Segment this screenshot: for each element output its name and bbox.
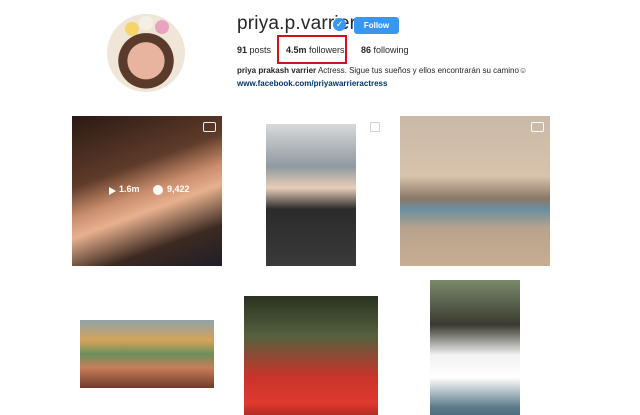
profile-bio: priya prakash varrier Actress. Sigue tus… xyxy=(237,66,527,75)
play-icon xyxy=(109,187,116,195)
followers-highlight-box xyxy=(277,35,347,64)
post-tile-1[interactable]: 1.6m 9,422 xyxy=(72,116,222,266)
verified-badge-icon: ✓ xyxy=(333,18,346,31)
post-photo xyxy=(80,320,214,388)
video-icon xyxy=(203,122,216,132)
video-icon xyxy=(531,122,544,132)
bio-website-link[interactable]: www.facebook.com/priyawarrieractress xyxy=(237,79,387,88)
post-tile-5[interactable] xyxy=(236,280,386,415)
video-views-count: 1.6m xyxy=(119,184,140,194)
following-count-label: following xyxy=(373,45,409,55)
flower-crown-icon xyxy=(125,22,139,36)
bio-full-name: priya prakash varrier xyxy=(237,66,317,75)
post-photo xyxy=(266,124,356,266)
post-tile-3[interactable] xyxy=(400,116,550,266)
profile-avatar[interactable] xyxy=(107,14,185,92)
flower-crown-icon xyxy=(139,16,153,30)
posts-count: 91 posts xyxy=(237,45,271,55)
posts-count-label: posts xyxy=(249,45,272,55)
follow-button[interactable]: Follow xyxy=(354,17,399,34)
post-tile-4[interactable] xyxy=(72,280,222,415)
post-photo xyxy=(244,296,378,415)
following-count[interactable]: 86 following xyxy=(361,45,409,55)
comment-icon xyxy=(153,185,163,195)
post-photo xyxy=(430,280,520,415)
post-tile-6[interactable] xyxy=(400,280,550,415)
multiple-photos-icon xyxy=(370,122,380,132)
flower-crown-icon xyxy=(155,20,169,34)
following-count-value: 86 xyxy=(361,45,372,55)
comments-count: 9,422 xyxy=(167,184,190,194)
post-tile-2[interactable] xyxy=(236,116,386,266)
posts-count-value: 91 xyxy=(237,45,248,55)
bio-text: Actress. Sigue tus sueños y ellos encont… xyxy=(317,66,528,75)
